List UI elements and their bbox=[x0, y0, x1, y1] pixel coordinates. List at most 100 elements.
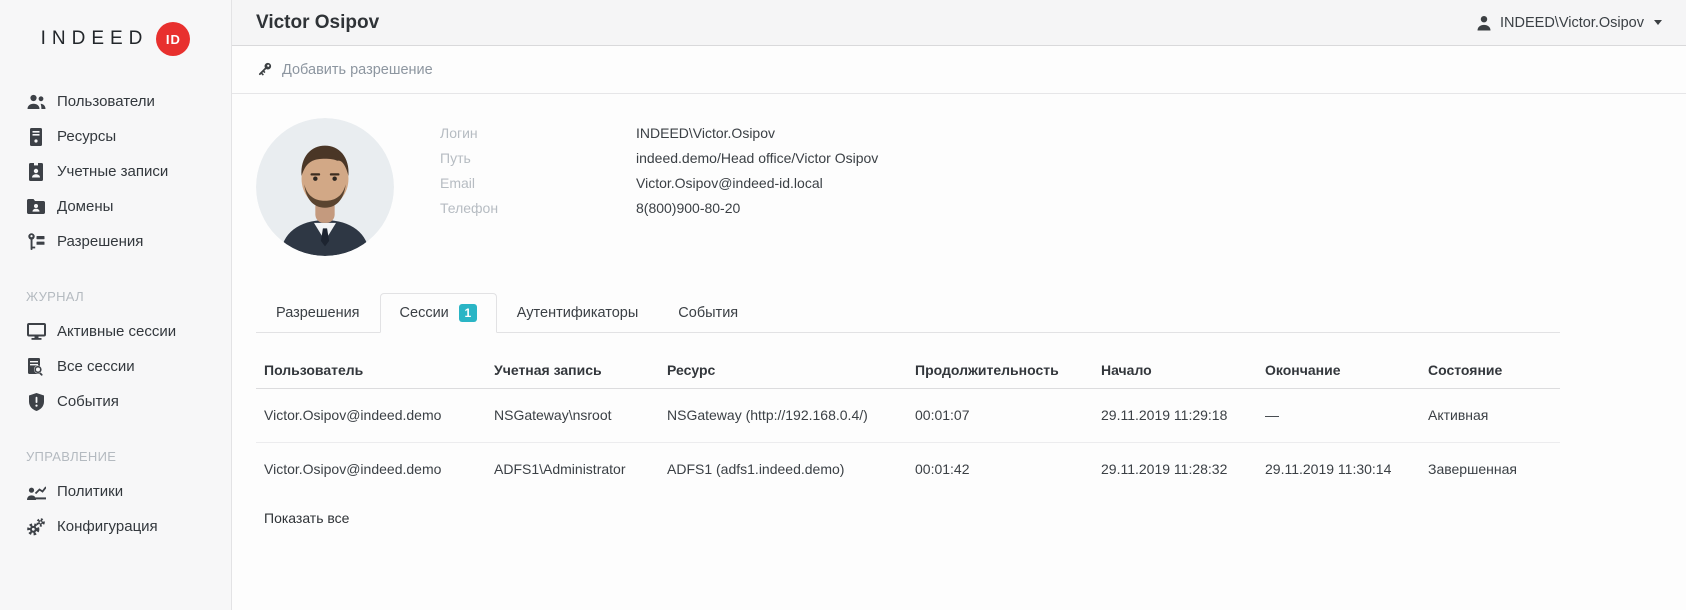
sidebar-section-management: УПРАВЛЕНИЕ bbox=[26, 449, 117, 464]
sidebar-item-label: Домены bbox=[57, 198, 114, 215]
tab-events[interactable]: События bbox=[658, 293, 758, 333]
sidebar-item-policies[interactable]: Политики bbox=[0, 474, 231, 509]
column-header-user: Пользователь bbox=[256, 352, 486, 389]
tab-permissions[interactable]: Разрешения bbox=[256, 293, 380, 333]
cell-user: Victor.Osipov@indeed.demo bbox=[256, 388, 486, 443]
tab-label: События bbox=[678, 305, 739, 321]
user-account-label: INDEED\Victor.Osipov bbox=[1500, 14, 1644, 31]
cell-end: 29.11.2019 11:30:14 bbox=[1265, 461, 1392, 478]
field-value: INDEED\Victor.Osipov bbox=[636, 124, 776, 141]
cell-start: 29.11.2019 11:29:18 bbox=[1093, 388, 1257, 443]
profile-field-phone: Телефон 8(800)900-80-20 bbox=[440, 195, 878, 220]
tab-sessions[interactable]: Сессии 1 bbox=[379, 293, 497, 333]
table-header-row: Пользователь Учетная запись Ресурс Продо… bbox=[256, 352, 1560, 389]
app-window: INDEED ID Пользователи Ресурсы Учетные з… bbox=[0, 0, 1686, 610]
monitor-icon bbox=[26, 323, 46, 340]
sidebar-section-journal: ЖУРНАЛ bbox=[26, 289, 84, 304]
column-header-start: Начало bbox=[1093, 352, 1257, 389]
column-header-account: Учетная запись bbox=[486, 352, 659, 389]
sidebar: INDEED ID Пользователи Ресурсы Учетные з… bbox=[0, 0, 232, 610]
sidebar-nav: Пользователи Ресурсы Учетные записи Доме… bbox=[0, 78, 231, 544]
tab-label: Разрешения bbox=[276, 305, 360, 321]
sidebar-item-label: Пользователи bbox=[57, 93, 155, 110]
sidebar-item-label: События bbox=[57, 393, 119, 410]
field-value: Victor.Osipov@indeed-id.local bbox=[636, 174, 823, 191]
show-all-link[interactable]: Показать все bbox=[264, 510, 349, 526]
field-label: Логин bbox=[440, 124, 478, 141]
table-row[interactable]: Victor.Osipov@indeed.demo ADFS1\Administ… bbox=[256, 442, 1560, 496]
profile-fields: Логин INDEED\Victor.Osipov Путь indeed.d… bbox=[440, 120, 878, 256]
cell-state: Завершенная bbox=[1428, 461, 1517, 478]
cell-resource: NSGateway (http://192.168.0.4/) bbox=[659, 388, 907, 443]
field-label: Путь bbox=[440, 149, 471, 166]
domain-folder-icon bbox=[26, 199, 46, 214]
sidebar-item-label: Разрешения bbox=[57, 233, 144, 250]
policy-icon bbox=[26, 484, 46, 500]
cell-duration: 00:01:42 bbox=[915, 461, 970, 478]
column-header-state: Состояние bbox=[1420, 352, 1560, 389]
sidebar-item-label: Конфигурация bbox=[57, 518, 158, 535]
field-label: Телефон bbox=[440, 199, 499, 216]
brand-badge: ID bbox=[156, 22, 191, 56]
users-icon bbox=[26, 94, 46, 110]
sidebar-item-label: Все сессии bbox=[57, 358, 135, 375]
cell-user: Victor.Osipov@indeed.demo bbox=[264, 461, 442, 478]
tab-authenticators[interactable]: Аутентификаторы bbox=[497, 293, 659, 333]
key-icon bbox=[256, 61, 273, 78]
sidebar-item-users[interactable]: Пользователи bbox=[0, 84, 231, 119]
profile-field-email: Email Victor.Osipov@indeed-id.local bbox=[440, 170, 878, 195]
sidebar-item-domains[interactable]: Домены bbox=[0, 189, 231, 224]
field-value: indeed.demo/Head office/Victor Osipov bbox=[636, 149, 879, 166]
sidebar-item-label: Учетные записи bbox=[57, 163, 169, 180]
sidebar-item-resources[interactable]: Ресурсы bbox=[0, 119, 231, 154]
column-header-end: Окончание bbox=[1257, 352, 1420, 389]
page-header: Victor Osipov INDEED\Victor.Osipov bbox=[232, 0, 1686, 46]
sidebar-item-label: Активные сессии bbox=[57, 323, 177, 340]
column-header-duration: Продолжительность bbox=[907, 352, 1093, 389]
tab-label: Аутентификаторы bbox=[516, 305, 639, 321]
add-permission-button[interactable]: Добавить разрешение bbox=[256, 61, 433, 78]
key-icon bbox=[26, 233, 46, 250]
cell-resource: ADFS1 (adfs1.indeed.demo) bbox=[667, 461, 845, 478]
brand-wordmark: INDEED bbox=[40, 28, 149, 49]
sessions-count-badge: 1 bbox=[458, 304, 477, 322]
cell-account: NSGateway\nsroot bbox=[486, 388, 659, 443]
cell-account: ADFS1\Administrator bbox=[494, 461, 626, 478]
cell-duration: 00:01:07 bbox=[907, 388, 1093, 443]
sidebar-item-permissions[interactable]: Разрешения bbox=[0, 224, 231, 259]
session-log-icon bbox=[26, 357, 46, 376]
sidebar-item-configuration[interactable]: Конфигурация bbox=[0, 509, 231, 544]
server-icon bbox=[26, 127, 46, 146]
user-icon bbox=[1476, 15, 1492, 31]
cell-end: — bbox=[1257, 388, 1420, 443]
tab-label: Сессии bbox=[399, 305, 449, 321]
shield-alert-icon bbox=[26, 392, 46, 411]
column-header-resource: Ресурс bbox=[659, 352, 907, 389]
brand-logo[interactable]: INDEED ID bbox=[0, 0, 231, 78]
user-account-menu[interactable]: INDEED\Victor.Osipov bbox=[1476, 15, 1662, 31]
profile-card: Логин INDEED\Victor.Osipov Путь indeed.d… bbox=[256, 118, 1662, 256]
profile-tabs: Разрешения Сессии 1 Аутентификаторы Собы… bbox=[256, 293, 1560, 333]
sidebar-item-accounts[interactable]: Учетные записи bbox=[0, 154, 231, 189]
sidebar-item-label: Политики bbox=[57, 483, 124, 500]
sidebar-item-events[interactable]: События bbox=[0, 384, 231, 419]
chevron-down-icon bbox=[1654, 20, 1662, 25]
main-panel: Victor Osipov INDEED\Victor.Osipov Добав… bbox=[232, 0, 1686, 610]
add-permission-label: Добавить разрешение bbox=[282, 61, 433, 78]
sidebar-item-active-sessions[interactable]: Активные сессии bbox=[0, 314, 231, 349]
content-area: Логин INDEED\Victor.Osipov Путь indeed.d… bbox=[232, 94, 1686, 526]
actions-toolbar: Добавить разрешение bbox=[232, 46, 1686, 94]
field-label: Email bbox=[440, 174, 476, 191]
cell-state: Активная bbox=[1420, 388, 1560, 443]
sidebar-item-label: Ресурсы bbox=[57, 128, 117, 145]
avatar bbox=[256, 118, 394, 256]
sidebar-item-all-sessions[interactable]: Все сессии bbox=[0, 349, 231, 384]
gears-icon bbox=[26, 517, 46, 536]
profile-field-login: Логин INDEED\Victor.Osipov bbox=[440, 120, 878, 145]
page-title: Victor Osipov bbox=[256, 11, 380, 33]
sessions-table: Пользователь Учетная запись Ресурс Продо… bbox=[256, 352, 1560, 496]
field-value: 8(800)900-80-20 bbox=[636, 199, 741, 216]
id-badge-icon bbox=[26, 162, 46, 181]
cell-start: 29.11.2019 11:28:32 bbox=[1101, 461, 1228, 478]
table-row[interactable]: Victor.Osipov@indeed.demo NSGateway\nsro… bbox=[256, 388, 1560, 443]
